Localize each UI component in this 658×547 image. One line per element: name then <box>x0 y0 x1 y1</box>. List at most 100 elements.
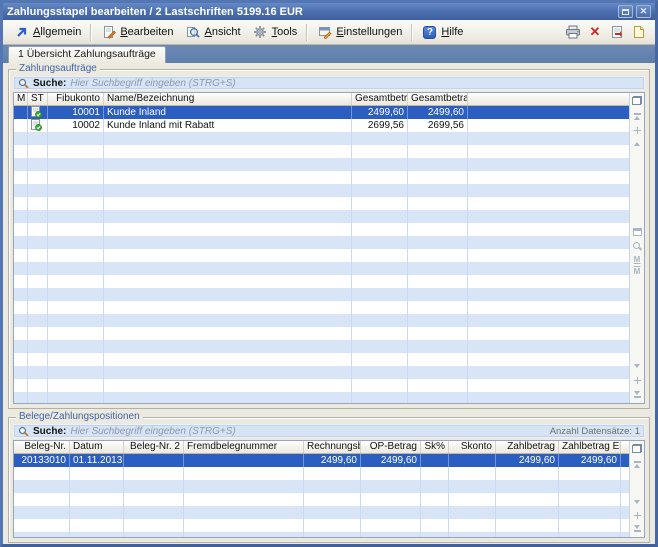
document-export-icon[interactable] <box>606 22 628 43</box>
table-row-empty[interactable] <box>14 506 629 519</box>
column-header-gesamtbetrag_euro[interactable]: Gesamtbetrag Euro <box>408 93 468 105</box>
memo-alt-icon[interactable]: M <box>630 266 644 278</box>
scroll-last-icon[interactable] <box>630 523 644 535</box>
table-row-empty[interactable] <box>14 519 629 532</box>
column-header-gesamtbetrag[interactable]: Gesamtbetrag <box>352 93 408 105</box>
restore-icon[interactable] <box>618 5 633 18</box>
table-row-empty[interactable] <box>14 532 629 537</box>
column-header-st[interactable]: ST <box>28 93 48 105</box>
table-row-empty[interactable] <box>14 493 629 506</box>
column-header-datum[interactable]: Datum <box>70 441 124 453</box>
cell-fibukonto <box>48 236 104 249</box>
document-check-icon <box>31 119 42 131</box>
column-header-beleg_nr2[interactable]: Beleg-Nr. 2 <box>124 441 184 453</box>
table-row-empty[interactable] <box>14 327 629 340</box>
cell-fill <box>468 145 629 158</box>
column-header-m[interactable]: M <box>14 93 28 105</box>
cell-fill <box>621 467 629 480</box>
table-row-empty[interactable] <box>14 249 629 262</box>
close-icon[interactable]: ✕ <box>636 5 651 18</box>
cell-op_betrag <box>361 467 421 480</box>
menu-item-ansicht[interactable]: Ansicht <box>180 23 247 41</box>
row-insert-icon[interactable] <box>630 124 644 136</box>
column-header-zahlbetrag_euro[interactable]: Zahlbetrag Euro <box>559 441 621 453</box>
cell-op_betrag <box>361 506 421 519</box>
scroll-up-icon[interactable] <box>630 138 644 150</box>
column-header-fremdbelegnummer[interactable]: Fremdbelegnummer <box>184 441 304 453</box>
memo-icon[interactable]: M <box>630 254 644 266</box>
cell-gesamtbetrag_euro <box>408 392 468 403</box>
new-document-icon[interactable] <box>628 22 650 43</box>
column-header-sk[interactable]: Sk% <box>421 441 449 453</box>
column-header-op_betrag[interactable]: OP-Betrag <box>361 441 421 453</box>
group-title: Zahlungsaufträge <box>16 63 100 74</box>
table-row-empty[interactable] <box>14 288 629 301</box>
menu-item-einstellungen[interactable]: Einstellungen <box>311 23 408 41</box>
cell-sk <box>421 506 449 519</box>
scroll-first-icon[interactable] <box>630 458 644 470</box>
table-row-empty[interactable] <box>14 184 629 197</box>
table-row[interactable]: 10002Kunde Inland mit Rabatt2699,562699,… <box>14 119 629 132</box>
column-header-rechnungsbetrag[interactable]: Rechnungsbetrag <box>304 441 361 453</box>
edit-document-icon <box>101 25 116 39</box>
table-row-empty[interactable] <box>14 467 629 480</box>
table-row-empty[interactable] <box>14 223 629 236</box>
column-header-name[interactable]: Name/Bezeichnung <box>104 93 352 105</box>
table-row-empty[interactable] <box>14 353 629 366</box>
table-row-empty[interactable] <box>14 480 629 493</box>
print-icon[interactable] <box>562 22 584 43</box>
table-row-empty[interactable] <box>14 145 629 158</box>
column-header-beleg_nr[interactable]: Beleg-Nr. <box>14 441 70 453</box>
table-row-empty[interactable] <box>14 132 629 145</box>
scroll-first-icon[interactable] <box>630 110 644 122</box>
table-row-empty[interactable] <box>14 392 629 403</box>
table-row-empty[interactable] <box>14 236 629 249</box>
table-row-empty[interactable] <box>14 314 629 327</box>
table-row-empty[interactable] <box>14 197 629 210</box>
cell-gesamtbetrag <box>352 392 408 403</box>
column-chooser-icon[interactable] <box>630 94 644 106</box>
search-bar-upper[interactable]: Suche: Hier Suchbegriff eingeben (STRG+S… <box>13 76 645 90</box>
table-row-empty[interactable] <box>14 275 629 288</box>
cell-fremdbelegnummer <box>184 467 304 480</box>
menu-item-hilfe[interactable]: ? Hilfe <box>416 23 469 41</box>
table-row[interactable]: 10001Kunde Inland2499,602499,60 <box>14 106 629 119</box>
cell-fill <box>468 249 629 262</box>
row-append-icon[interactable] <box>630 509 644 521</box>
scroll-down-icon[interactable] <box>630 496 644 508</box>
cell-gesamtbetrag <box>352 366 408 379</box>
row-append-icon[interactable] <box>630 374 644 386</box>
cell-st <box>28 119 48 132</box>
column-header-skonto[interactable]: Skonto <box>449 441 496 453</box>
cell-gesamtbetrag: 2699,56 <box>352 119 408 132</box>
table-row-empty[interactable] <box>14 171 629 184</box>
menu-item-allgemein[interactable]: Allgemein <box>8 23 87 41</box>
tab-uebersicht-zahlungsauftraege[interactable]: 1 Übersicht Zahlungsaufträge <box>8 46 166 63</box>
delete-icon[interactable]: ✕ <box>584 22 606 43</box>
form-view-icon[interactable] <box>630 226 644 238</box>
table-row[interactable]: 2013301001.11.2013 /Fr2499,602499,602499… <box>14 454 629 467</box>
menu-item-bearbeiten[interactable]: Bearbeiten <box>95 23 179 41</box>
search-bar-lower[interactable]: Suche: Hier Suchbegriff eingeben (STRG+S… <box>13 424 645 438</box>
cell-name <box>104 249 352 262</box>
column-chooser-icon[interactable] <box>630 442 644 454</box>
table-row-empty[interactable] <box>14 158 629 171</box>
table-row-empty[interactable] <box>14 340 629 353</box>
table-row-empty[interactable] <box>14 301 629 314</box>
column-header-fibukonto[interactable]: Fibukonto <box>48 93 104 105</box>
cell-beleg_nr2 <box>124 467 184 480</box>
table-row-empty[interactable] <box>14 210 629 223</box>
column-header-zahlbetrag[interactable]: Zahlbetrag <box>496 441 559 453</box>
zoom-search-icon[interactable] <box>630 240 644 252</box>
table-row-empty[interactable] <box>14 262 629 275</box>
scroll-down-icon[interactable] <box>630 360 644 372</box>
cell-beleg_nr <box>14 467 70 480</box>
cell-fibukonto: 10001 <box>48 106 104 119</box>
cell-m <box>14 392 28 403</box>
menu-item-tools[interactable]: Tools <box>247 23 304 41</box>
table-row-empty[interactable] <box>14 366 629 379</box>
scroll-last-icon[interactable] <box>630 389 644 401</box>
table-row-empty[interactable] <box>14 379 629 392</box>
cell-gesamtbetrag_euro <box>408 184 468 197</box>
tab-strip: 1 Übersicht Zahlungsaufträge <box>3 45 655 63</box>
